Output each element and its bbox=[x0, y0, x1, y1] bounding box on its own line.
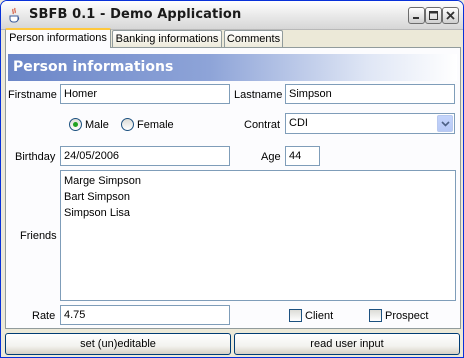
minimize-button[interactable] bbox=[408, 7, 425, 24]
age-field[interactable]: 44 bbox=[285, 146, 320, 166]
birthday-field[interactable]: 24/05/2006 bbox=[60, 146, 230, 166]
read-user-input-button[interactable]: read user input bbox=[234, 333, 460, 355]
birthday-label: Birthday bbox=[15, 151, 56, 163]
lastname-field[interactable]: Simpson bbox=[285, 84, 455, 104]
lastname-label: Lastname bbox=[234, 89, 283, 101]
rate-label: Rate bbox=[32, 310, 56, 322]
application-window: SBFB 0.1 - Demo Application Person infor… bbox=[0, 0, 464, 358]
firstname-label: Firstname bbox=[8, 89, 57, 101]
section-header: Person informations bbox=[8, 54, 457, 81]
tab-banking-informations[interactable]: Banking informations bbox=[112, 30, 222, 48]
tab-comments[interactable]: Comments bbox=[224, 30, 283, 48]
friends-textarea[interactable]: Marge Simpson Bart Simpson Simpson Lisa bbox=[60, 170, 456, 301]
female-radio[interactable] bbox=[121, 118, 134, 131]
prospect-label: Prospect bbox=[385, 310, 429, 322]
java-cup-icon bbox=[9, 7, 20, 23]
contrat-label: Contrat bbox=[244, 119, 281, 131]
minimize-icon bbox=[413, 17, 419, 19]
prospect-checkbox[interactable] bbox=[369, 309, 382, 322]
friend-line: Simpson Lisa bbox=[64, 207, 131, 219]
rate-field[interactable]: 4.75 bbox=[60, 305, 230, 325]
client-label: Client bbox=[305, 310, 334, 322]
maximize-icon bbox=[429, 11, 438, 20]
radio-selected-dot bbox=[73, 122, 78, 127]
firstname-field[interactable]: Homer bbox=[60, 84, 230, 104]
friend-line: Marge Simpson bbox=[64, 175, 142, 187]
client-checkbox[interactable] bbox=[289, 309, 302, 322]
age-label: Age bbox=[261, 151, 281, 163]
title-bar[interactable]: SBFB 0.1 - Demo Application bbox=[1, 1, 463, 30]
friends-label: Friends bbox=[20, 230, 57, 242]
close-button[interactable] bbox=[442, 7, 459, 24]
dropdown-button[interactable] bbox=[437, 115, 453, 132]
male-radio[interactable] bbox=[69, 118, 82, 131]
female-label: Female bbox=[137, 119, 174, 131]
male-label: Male bbox=[85, 119, 109, 131]
chevron-down-icon bbox=[441, 121, 450, 127]
contrat-selected-value: CDI bbox=[289, 117, 308, 129]
tab-strip: Person informations Banking informations… bbox=[5, 28, 461, 48]
maximize-button[interactable] bbox=[425, 7, 442, 24]
tab-person-informations[interactable]: Person informations bbox=[5, 28, 111, 48]
window-title: SBFB 0.1 - Demo Application bbox=[29, 7, 242, 22]
contrat-select[interactable]: CDI bbox=[285, 113, 455, 134]
friend-line: Bart Simpson bbox=[64, 191, 131, 203]
set-editable-button[interactable]: set (un)editable bbox=[5, 333, 231, 355]
close-icon bbox=[446, 11, 455, 20]
